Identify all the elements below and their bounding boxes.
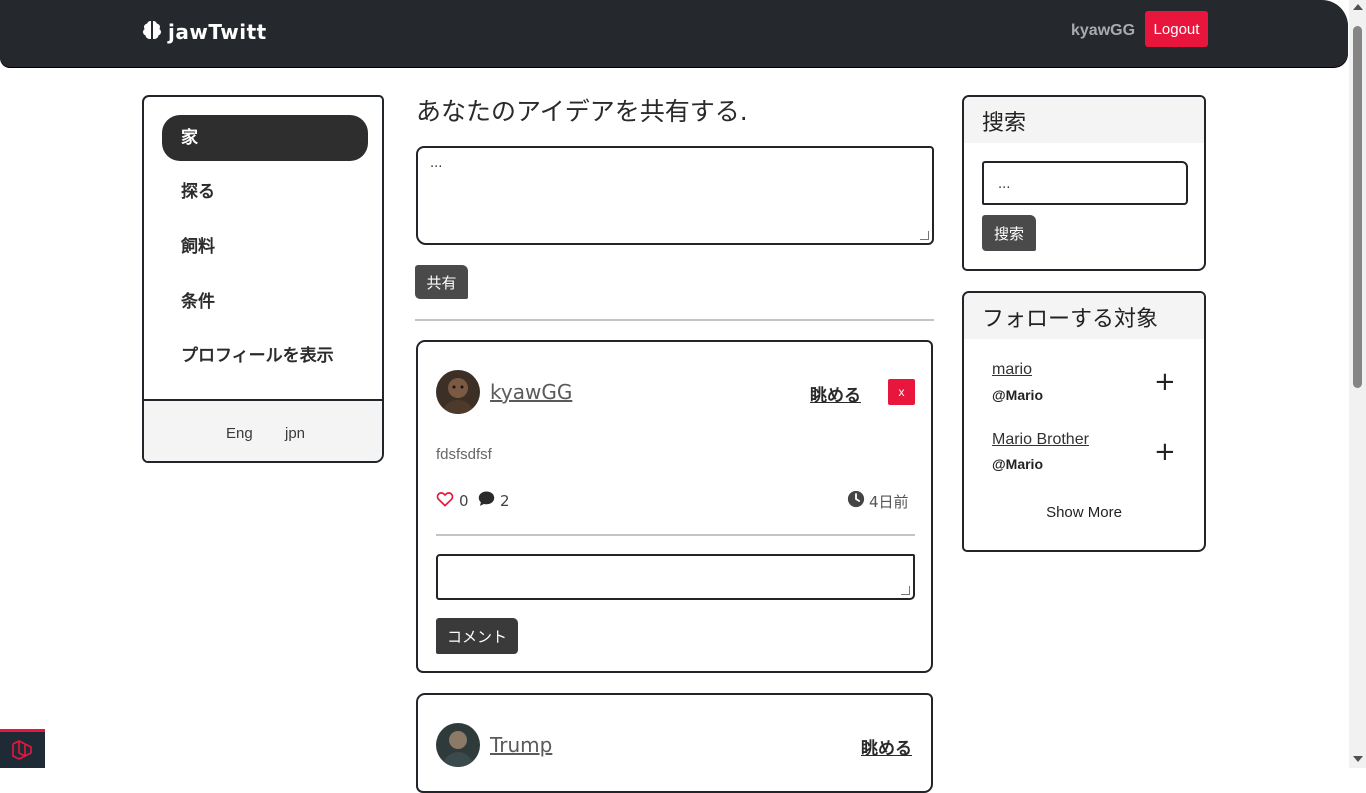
navbar: jawTwitt kyawGG Logout <box>0 0 1348 67</box>
nav-username[interactable]: kyawGG <box>1071 22 1135 40</box>
avatar[interactable] <box>436 370 480 414</box>
comment-count: 2 <box>500 491 510 510</box>
follow-panel-header: フォローする対象 <box>964 293 1204 339</box>
follow-user-name-link[interactable]: Mario Brother <box>992 431 1089 449</box>
post-card: Trump 眺める <box>416 693 933 793</box>
follow-plus-icon[interactable]: + <box>1154 369 1176 395</box>
search-panel-header: 搜索 <box>964 97 1204 143</box>
follow-user-handle: @Mario <box>992 387 1043 403</box>
brand-link[interactable]: jawTwitt <box>140 18 267 46</box>
composer-textarea[interactable]: ... <box>416 146 934 245</box>
delete-post-button[interactable]: x <box>888 379 915 405</box>
brand-name: jawTwitt <box>168 20 267 44</box>
brain-logo-icon <box>140 18 164 46</box>
show-more-link[interactable]: Show More <box>964 504 1204 521</box>
post-content: fdsfsdfsf <box>436 446 492 463</box>
follow-user-handle: @Mario <box>992 456 1043 472</box>
sidebar-item-feed[interactable]: 飼料 <box>162 224 368 270</box>
composer-textarea-value: ... <box>430 156 443 171</box>
like-stat[interactable]: 0 <box>436 490 469 511</box>
follow-suggestions-panel: フォローする対象 mario @Mario + Mario Brother @M… <box>962 291 1206 552</box>
sidebar-item-explore[interactable]: 探る <box>162 169 368 215</box>
divider <box>415 319 934 321</box>
scroll-down-icon[interactable] <box>1353 756 1363 762</box>
divider <box>436 534 915 536</box>
search-input[interactable]: ... <box>982 161 1188 205</box>
search-panel: 搜索 ... 搜索 <box>962 95 1206 271</box>
follow-user-name-link[interactable]: mario <box>992 361 1032 379</box>
language-switcher: Eng jpn <box>144 399 382 461</box>
comment-textarea[interactable] <box>436 554 915 600</box>
like-count: 0 <box>459 491 469 510</box>
resize-handle-icon[interactable] <box>901 586 910 595</box>
composer-title: あなたのアイデアを共有する. <box>416 97 748 126</box>
sidebar-nav: 家 探る 飼料 条件 プロフィールを表示 Eng jpn <box>142 95 384 463</box>
post-card: kyawGG 眺める x fdsfsdfsf 0 2 4日前 コメント <box>416 340 933 673</box>
post-username-link[interactable]: kyawGG <box>490 380 572 404</box>
scroll-up-icon[interactable] <box>1353 4 1363 10</box>
follow-panel-title: フォローする対象 <box>982 307 1159 332</box>
scroll-thumb[interactable] <box>1353 26 1362 388</box>
laravel-logo-icon <box>10 739 36 769</box>
logout-button[interactable]: Logout <box>1145 11 1208 47</box>
sidebar-item-home[interactable]: 家 <box>162 115 368 161</box>
resize-handle-icon[interactable] <box>920 231 929 240</box>
avatar[interactable] <box>436 723 480 767</box>
follow-plus-icon[interactable]: + <box>1154 439 1176 465</box>
lang-english-link[interactable]: Eng <box>226 425 253 442</box>
view-post-link[interactable]: 眺める <box>861 734 912 759</box>
comment-button[interactable]: コメント <box>436 618 519 654</box>
sidebar-item-profile[interactable]: プロフィールを表示 <box>162 333 368 379</box>
post-username-link[interactable]: Trump <box>490 733 552 757</box>
clock-icon <box>847 490 865 512</box>
heart-icon[interactable] <box>436 490 454 511</box>
laravel-debug-badge[interactable] <box>0 729 45 768</box>
post-time: 4日前 <box>847 490 909 512</box>
view-post-link[interactable]: 眺める <box>810 381 861 406</box>
search-panel-title: 搜索 <box>982 111 1027 136</box>
post-time-text: 4日前 <box>869 492 909 511</box>
comment-bubble-icon[interactable] <box>477 490 496 511</box>
comment-stat[interactable]: 2 <box>477 490 510 511</box>
share-button[interactable]: 共有 <box>415 265 468 299</box>
search-button[interactable]: 搜索 <box>982 215 1036 251</box>
page-scrollbar[interactable] <box>1349 0 1366 768</box>
lang-japanese-link[interactable]: jpn <box>285 425 305 442</box>
sidebar-item-terms[interactable]: 条件 <box>162 279 368 325</box>
